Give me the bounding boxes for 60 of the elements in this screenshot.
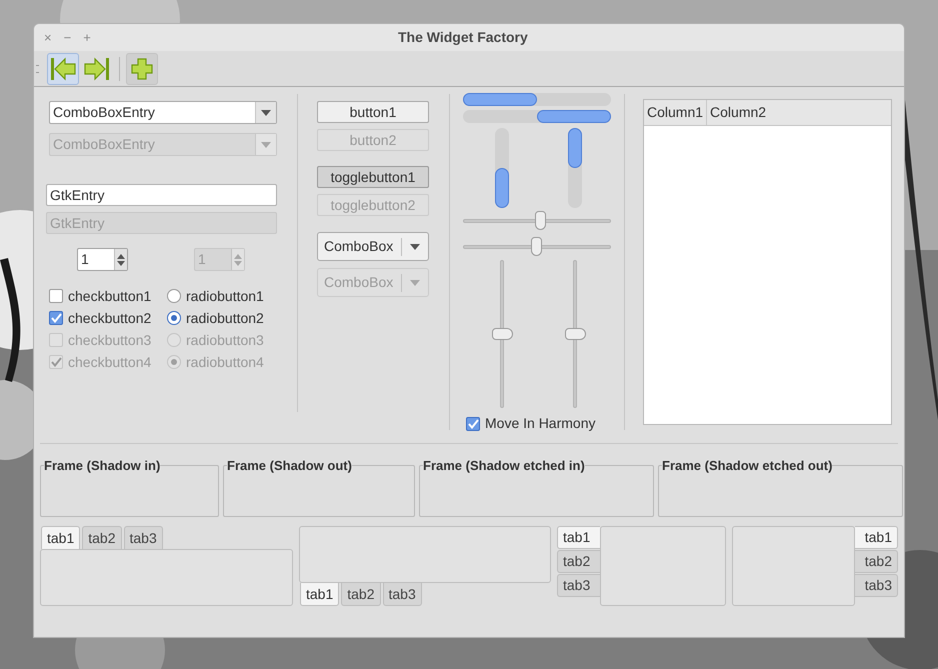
tab[interactable]: tab3 <box>124 526 163 549</box>
checkmark-icon <box>468 418 478 428</box>
radio-label: radiobutton1 <box>186 286 264 306</box>
checkmark-icon <box>50 313 62 323</box>
radio-label: radiobutton3 <box>186 330 264 350</box>
push-button[interactable]: button1 <box>317 101 429 123</box>
window-title: The Widget Factory <box>398 28 528 47</box>
slider-thumb[interactable] <box>492 328 512 340</box>
caret-icon <box>410 280 420 286</box>
radio-button[interactable] <box>167 289 181 303</box>
caret-icon <box>261 110 271 116</box>
checkbox-label: Move In Harmony <box>485 414 596 433</box>
slider-thumb[interactable] <box>535 211 546 230</box>
tab[interactable]: tab2 <box>341 583 380 606</box>
checkbox-label: checkbutton1 <box>68 286 152 306</box>
column-header[interactable]: Column1 <box>644 100 708 125</box>
toolbar-button[interactable] <box>47 52 79 84</box>
vertical-slider[interactable] <box>492 260 512 408</box>
arrow-right-bar-icon <box>84 56 110 80</box>
combo-entry[interactable]: ComboBoxEntry <box>49 101 277 124</box>
radio-button[interactable] <box>167 311 181 325</box>
frame-label: Frame (Shadow etched in) <box>423 457 585 475</box>
checkbox-label: checkbutton4 <box>68 352 152 372</box>
combo-box[interactable]: ComboBox <box>317 232 429 261</box>
tab[interactable]: tab2 <box>82 526 122 549</box>
toolbar-separator <box>119 56 120 80</box>
spin-button[interactable]: 1 <box>77 248 128 271</box>
vertical-slider[interactable] <box>564 260 584 408</box>
frame-label: Frame (Shadow out) <box>227 457 352 475</box>
checkbox[interactable] <box>49 289 63 303</box>
tab[interactable]: tab2 <box>855 550 898 573</box>
tab[interactable]: tab3 <box>557 574 600 597</box>
frame-label: Frame (Shadow in) <box>44 457 160 475</box>
up-down-arrows-icon <box>234 252 242 266</box>
tab[interactable]: tab1 <box>300 583 340 606</box>
frame-label: Frame (Shadow etched out) <box>662 457 832 475</box>
slider-thumb[interactable] <box>564 328 586 340</box>
caret-icon <box>261 142 271 148</box>
radio-label: radiobutton4 <box>186 352 264 372</box>
checkbox-label: checkbutton3 <box>68 330 152 350</box>
checkmark-icon <box>50 357 62 367</box>
tab[interactable]: tab3 <box>382 583 422 606</box>
toggle-button[interactable]: togglebutton1 <box>317 166 429 188</box>
caret-icon <box>410 244 420 250</box>
toolbar-button[interactable] <box>126 52 158 84</box>
up-down-arrows-icon <box>117 252 125 266</box>
column-header[interactable]: Column2 <box>707 100 891 125</box>
tab[interactable]: tab3 <box>855 574 898 597</box>
radio-label: radiobutton2 <box>186 308 264 328</box>
tab[interactable]: tab1 <box>855 526 898 549</box>
tab[interactable]: tab1 <box>41 526 80 549</box>
text-field[interactable]: GtkEntry <box>46 184 277 206</box>
tab[interactable]: tab1 <box>557 526 600 549</box>
arrow-left-bar-icon <box>50 56 76 80</box>
checkbox-label: checkbutton2 <box>68 308 152 328</box>
plus-icon <box>131 58 153 80</box>
slider-thumb[interactable] <box>531 237 542 256</box>
checkbox[interactable] <box>466 416 480 430</box>
tab[interactable]: tab2 <box>557 550 600 573</box>
checkbox[interactable] <box>49 311 63 325</box>
